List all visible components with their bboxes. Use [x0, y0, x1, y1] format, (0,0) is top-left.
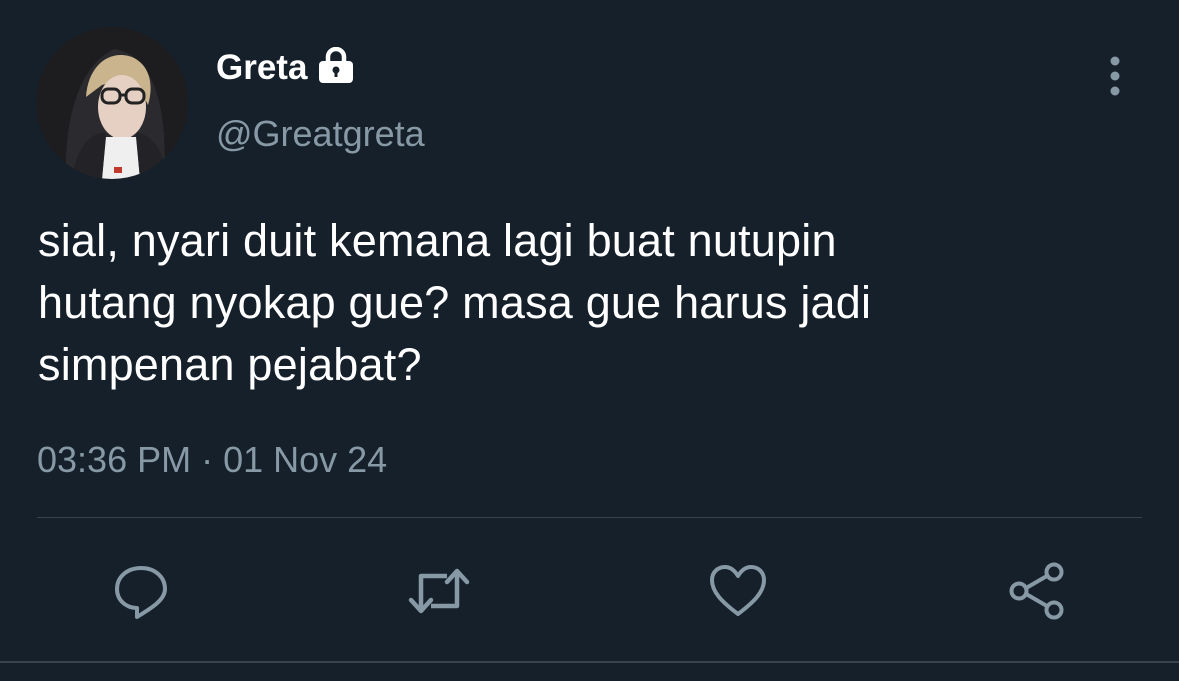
share-button[interactable]	[1006, 560, 1068, 622]
retweet-button[interactable]	[408, 560, 470, 622]
tweet-timestamp[interactable]: 03:36 PM · 01 Nov 24	[37, 436, 387, 484]
avatar[interactable]	[36, 27, 188, 179]
display-name[interactable]: Greta	[216, 44, 307, 92]
like-button[interactable]	[707, 560, 769, 622]
divider	[37, 517, 1142, 518]
tweet-text-line: simpenan pejabat?	[38, 339, 422, 390]
more-vertical-icon[interactable]	[1100, 54, 1130, 98]
reply-icon	[112, 562, 170, 620]
author-handle[interactable]: @Greatgreta	[216, 110, 425, 158]
tweet-text: sial, nyari duit kemana lagi buat nutupi…	[38, 210, 1148, 396]
author-name-row: Greta	[216, 44, 355, 92]
lock-icon	[317, 47, 355, 83]
retweet-icon	[407, 562, 471, 620]
tweet-text-line: sial, nyari duit kemana lagi buat nutupi…	[38, 215, 837, 266]
like-icon	[708, 562, 768, 620]
divider	[0, 661, 1179, 663]
reply-button[interactable]	[110, 560, 172, 622]
tweet-text-line: hutang nyokap gue? masa gue harus jadi	[38, 277, 872, 328]
avatar-image	[36, 27, 188, 179]
share-icon	[1006, 562, 1068, 620]
